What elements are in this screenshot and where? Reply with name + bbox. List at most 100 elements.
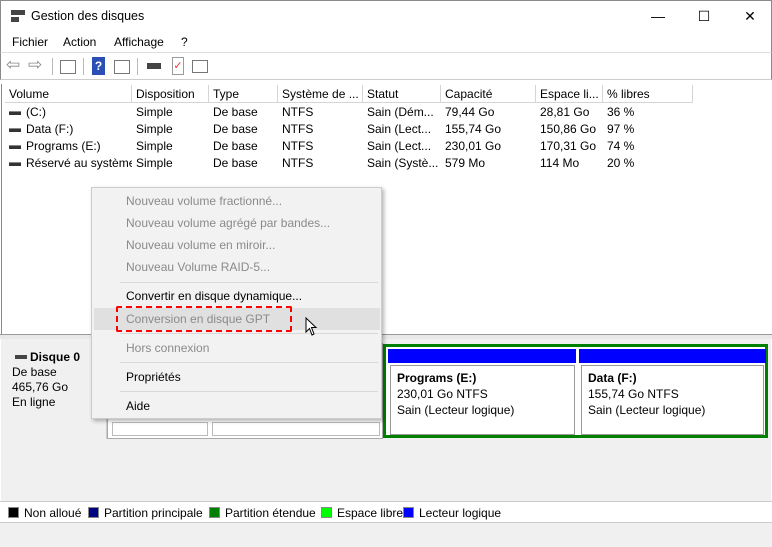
partition-programs[interactable]: Programs (E:) 230,01 Go NTFS Sain (Lecte… — [390, 365, 575, 435]
legend-label: Espace libre — [337, 506, 404, 520]
highlight-annotation — [116, 306, 292, 332]
table-cell: Sain (Lect... — [363, 121, 441, 138]
legend-item: Lecteur logique — [403, 506, 501, 520]
partition-name: Data (F:) — [588, 371, 637, 385]
volume-drive-icon — [9, 161, 21, 166]
maximize-button[interactable]: ☐ — [681, 1, 727, 31]
table-cell: De base — [209, 104, 278, 121]
col-header-filesystem[interactable]: Système de ... — [278, 85, 363, 103]
cell-text: Sain (Dém... — [367, 105, 434, 119]
context-menu-item[interactable]: Convertir en disque dynamique... — [126, 286, 302, 306]
legend-swatch — [403, 507, 414, 518]
col-header-type[interactable]: Type — [209, 85, 278, 103]
col-header-percent-free[interactable]: % libres — [603, 85, 693, 103]
table-cell: Sain (Lect... — [363, 138, 441, 155]
context-menu-item[interactable]: Nouveau volume fractionné... — [126, 191, 282, 211]
legend-item: Non alloué — [8, 506, 81, 520]
menu-help[interactable]: ? — [181, 35, 188, 49]
table-cell: NTFS — [278, 104, 363, 121]
cell-text: De base — [213, 122, 258, 136]
table-cell: 36 % — [603, 104, 693, 121]
partition-size: 155,74 Go NTFS — [588, 387, 679, 401]
console-tree-icon[interactable] — [60, 60, 76, 74]
disk-management-icon — [11, 10, 25, 22]
table-cell: De base — [209, 121, 278, 138]
cell-text: De base — [213, 105, 258, 119]
cell-text: 579 Mo — [445, 156, 486, 170]
cell-text: (C:) — [26, 105, 46, 119]
cell-text: De base — [213, 156, 258, 170]
table-cell: Simple — [132, 155, 209, 172]
action-pane-icon[interactable] — [114, 60, 130, 74]
table-cell: Simple — [132, 104, 209, 121]
legend-swatch — [88, 507, 99, 518]
properties-list-icon[interactable] — [192, 60, 208, 73]
cell-text: 155,74 Go — [445, 122, 502, 136]
table-cell: Réservé au système — [5, 155, 132, 172]
menu-affichage[interactable]: Affichage — [114, 35, 164, 49]
context-menu-item[interactable]: Nouveau volume agrégé par bandes... — [126, 213, 330, 233]
cell-text: Simple — [136, 139, 173, 153]
cell-text: NTFS — [282, 122, 314, 136]
toolbar: ⇦ ⇨ ? ✓ — [0, 53, 772, 80]
context-menu-item[interactable]: Propriétés — [126, 367, 181, 387]
legend: Non alloué Partition principale Partition … — [0, 501, 772, 522]
toolbar-separator — [83, 58, 84, 75]
menu-action[interactable]: Action — [63, 35, 96, 49]
cell-text: 170,31 Go — [540, 139, 597, 153]
check-icon[interactable]: ✓ — [172, 57, 184, 75]
table-cell: NTFS — [278, 155, 363, 172]
cell-text: 79,44 Go — [445, 105, 495, 119]
context-menu-item[interactable]: Aide — [126, 396, 150, 416]
extended-partition: Programs (E:) 230,01 Go NTFS Sain (Lecte… — [383, 344, 768, 438]
menu-fichier[interactable]: Fichier — [12, 35, 48, 49]
table-cell: Data (F:) — [5, 121, 132, 138]
back-arrow-icon[interactable]: ⇦ — [6, 56, 26, 75]
col-header-volume[interactable]: Volume — [5, 85, 132, 103]
context-menu-item[interactable]: Nouveau volume en miroir... — [126, 235, 275, 255]
cell-text: 28,81 Go — [540, 105, 590, 119]
cell-text: Programs (E:) — [26, 139, 101, 153]
table-cell: Sain (Dém... — [363, 104, 441, 121]
disk-icon[interactable] — [147, 63, 161, 69]
menu-separator — [120, 333, 378, 334]
minimize-button[interactable]: — — [635, 1, 681, 31]
context-menu: Nouveau volume fractionné... Nouveau volu… — [91, 187, 382, 419]
volume-drive-icon — [9, 110, 21, 115]
cell-text: Sain (Lect... — [367, 122, 432, 136]
table-cell: 79,44 Go — [441, 104, 536, 121]
table-cell: 230,01 Go — [441, 138, 536, 155]
status-bar — [0, 522, 772, 547]
table-cell: De base — [209, 138, 278, 155]
partition-data[interactable]: Data (F:) 155,74 Go NTFS Sain (Lecteur l… — [581, 365, 764, 435]
legend-label: Partition étendue — [225, 506, 316, 520]
close-button[interactable]: ✕ — [727, 1, 772, 31]
col-header-capacity[interactable]: Capacité — [441, 85, 536, 103]
forward-arrow-icon[interactable]: ⇨ — [28, 56, 48, 75]
table-cell: 97 % — [603, 121, 693, 138]
context-menu-item[interactable]: Nouveau Volume RAID-5... — [126, 257, 270, 277]
help-icon[interactable]: ? — [92, 57, 105, 75]
context-menu-item[interactable]: Hors connexion — [126, 338, 209, 358]
table-cell: De base — [209, 155, 278, 172]
cell-text: Sain (Lect... — [367, 139, 432, 153]
col-header-status[interactable]: Statut — [363, 85, 441, 103]
partition-size: 230,01 Go NTFS — [397, 387, 488, 401]
col-header-free-space[interactable]: Espace li... — [536, 85, 603, 103]
legend-item: Espace libre — [321, 506, 403, 520]
partition-name: Programs (E:) — [397, 371, 477, 385]
table-cell: 579 Mo — [441, 155, 536, 172]
cell-text: NTFS — [282, 156, 314, 170]
cell-text: Data (F:) — [26, 122, 74, 136]
table-cell: 155,74 Go — [441, 121, 536, 138]
window-title: Gestion des disques — [31, 9, 145, 23]
disk-type: De base — [12, 365, 57, 379]
table-cell: Programs (E:) — [5, 138, 132, 155]
col-header-disposition[interactable]: Disposition — [132, 85, 209, 103]
legend-item: Partition étendue — [209, 506, 316, 520]
toolbar-separator — [137, 58, 138, 75]
disk-size: 465,76 Go — [12, 380, 69, 394]
table-cell: Simple — [132, 121, 209, 138]
legend-swatch — [321, 507, 332, 518]
menu-separator — [120, 282, 378, 283]
